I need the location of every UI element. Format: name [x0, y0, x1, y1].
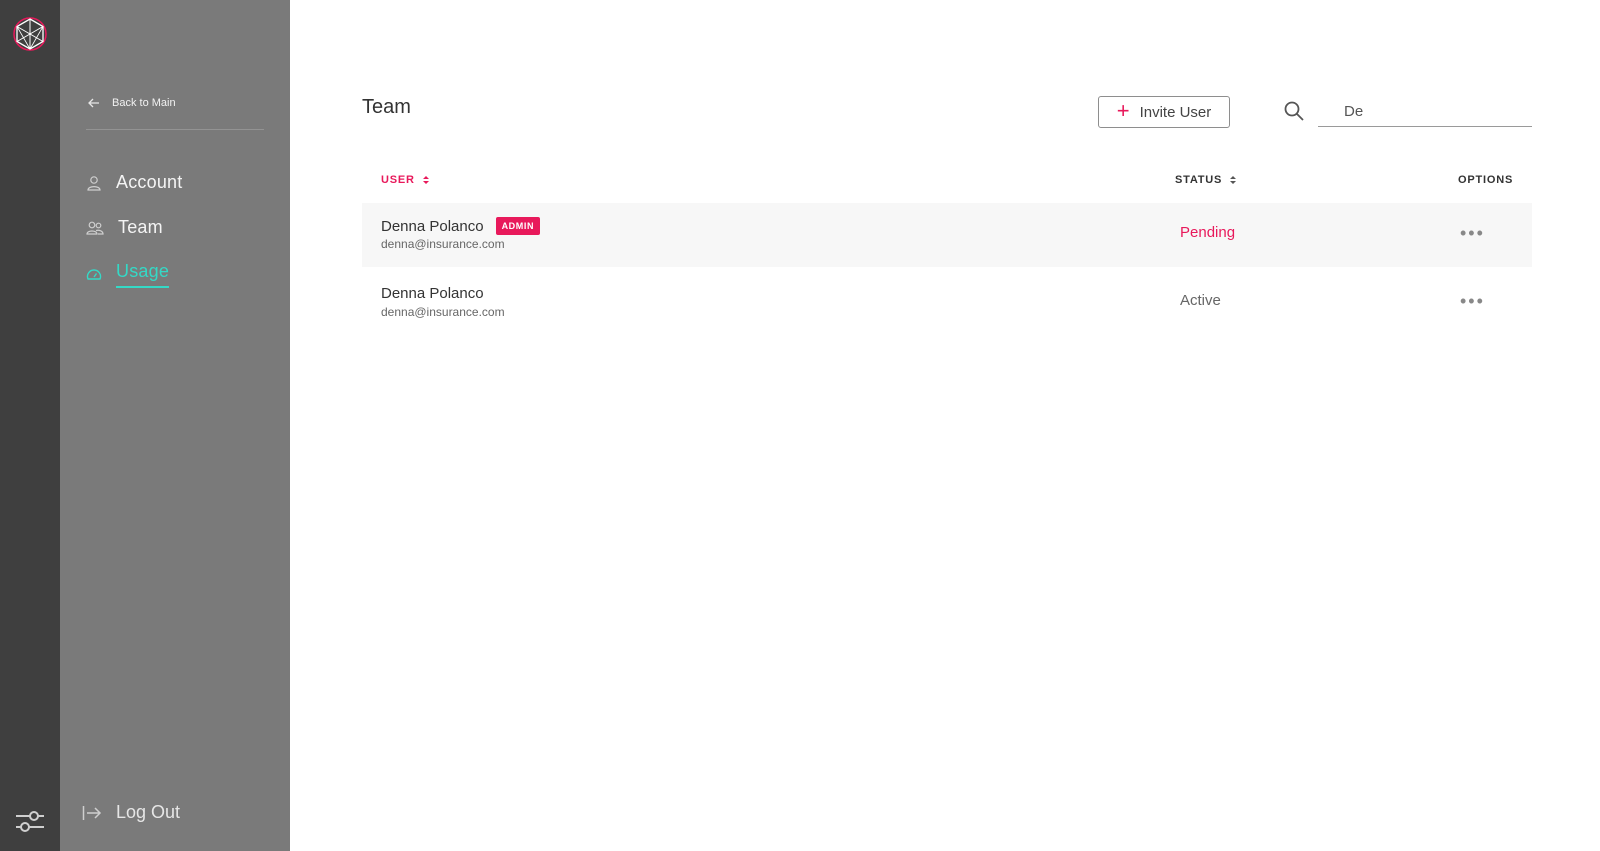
sidebar-item-label: Usage — [116, 261, 169, 288]
user-name-cell: Denna Polanco — [381, 285, 484, 302]
status-text: Pending — [1180, 224, 1236, 241]
table-row[interactable]: Denna Polanco denna@insurance.com Active… — [362, 271, 1532, 335]
logo-icon[interactable] — [12, 16, 48, 52]
app-rail — [0, 0, 60, 851]
sidebar-item-label: Account — [116, 172, 183, 192]
column-header-label: STATUS — [1175, 174, 1223, 186]
column-header-label: USER — [381, 174, 415, 186]
gauge-icon — [86, 268, 102, 280]
page-title: Team — [362, 96, 411, 118]
divider — [86, 129, 264, 130]
sidebar-item-label: Team — [118, 217, 163, 237]
user-email: denna@insurance.com — [381, 305, 505, 319]
user-email: denna@insurance.com — [381, 237, 505, 251]
invite-user-button[interactable]: + Invite User — [1098, 96, 1230, 128]
settings-sidebar: Back to Main Account Team Usage Log Out — [60, 0, 290, 851]
back-arrow-icon — [88, 98, 99, 108]
sidebar-item-usage[interactable]: Usage — [86, 261, 169, 288]
row-options-icon[interactable]: ••• — [1460, 291, 1485, 312]
column-header-status[interactable]: STATUS — [1175, 174, 1237, 186]
user-name: Denna Polanco — [381, 217, 484, 235]
status-text: Active — [1180, 292, 1221, 309]
logout-button[interactable]: Log Out — [82, 802, 180, 823]
sort-icon — [422, 176, 429, 184]
column-header-options: OPTIONS — [1458, 174, 1513, 186]
settings-sliders-icon[interactable] — [14, 808, 46, 834]
sidebar-item-account[interactable]: Account — [86, 172, 182, 193]
logout-icon — [82, 805, 102, 820]
sort-icon — [1230, 176, 1237, 184]
user-name-cell: Denna Polanco ADMIN — [381, 217, 541, 235]
column-header-user[interactable]: USER — [381, 174, 429, 186]
invite-user-label: Invite User — [1139, 103, 1212, 121]
table-row[interactable]: Denna Polanco ADMIN denna@insurance.com … — [362, 203, 1532, 267]
row-options-icon[interactable]: ••• — [1460, 223, 1485, 244]
back-to-main-label: Back to Main — [112, 97, 176, 109]
plus-icon: + — [1116, 98, 1130, 123]
search-input[interactable] — [1318, 97, 1532, 127]
user-icon — [87, 175, 101, 191]
column-header-label: OPTIONS — [1458, 174, 1514, 186]
sidebar-item-team[interactable]: Team — [86, 217, 163, 238]
admin-badge: ADMIN — [495, 217, 541, 235]
logout-label: Log Out — [116, 802, 181, 822]
search-icon[interactable] — [1283, 100, 1305, 122]
team-icon — [86, 221, 104, 235]
user-name: Denna Polanco — [381, 285, 484, 302]
back-to-main-link[interactable]: Back to Main — [88, 97, 264, 109]
